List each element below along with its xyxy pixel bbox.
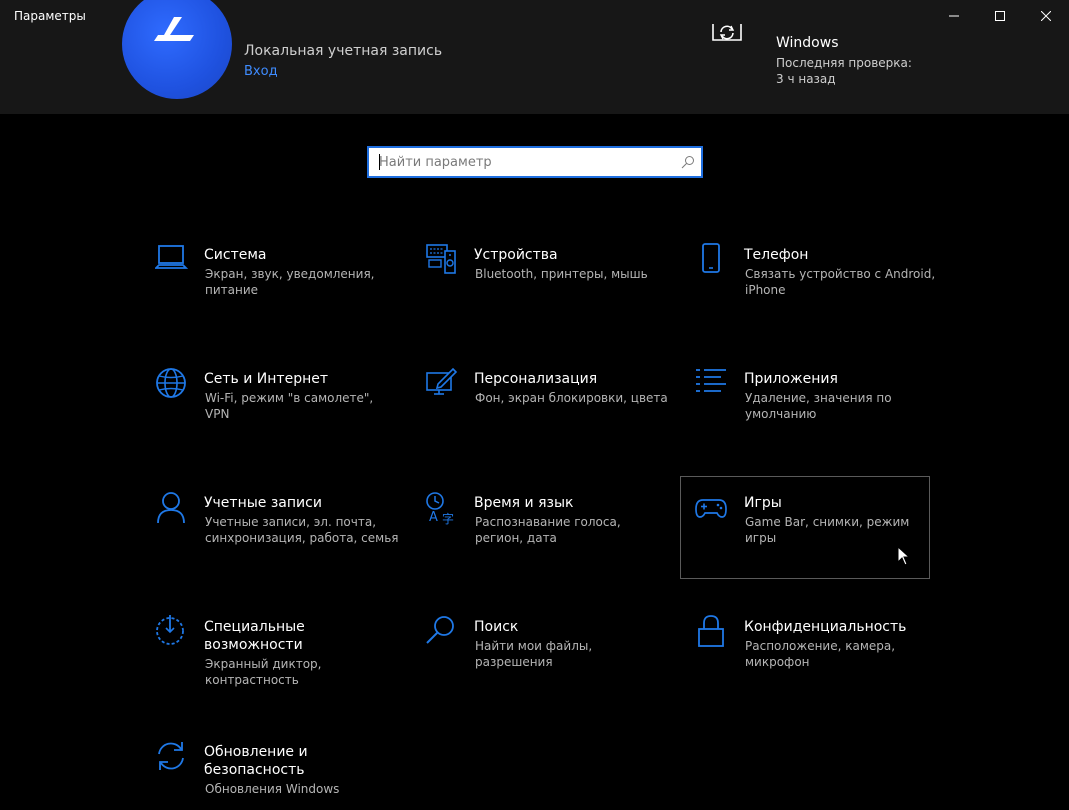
window-title: Параметры — [14, 9, 86, 23]
user-logo-icon — [154, 17, 194, 41]
lock-icon — [695, 615, 729, 649]
tile-title: Устройства — [474, 247, 558, 263]
tile-privacy[interactable]: Конфиденциальность Расположение, камера,… — [694, 614, 944, 716]
gamepad-icon — [695, 491, 729, 525]
tile-title: Специальные возможности — [204, 619, 305, 653]
tile-description: Обновления Windows — [205, 782, 340, 796]
svg-text:A: A — [429, 510, 438, 525]
laptop-icon — [155, 243, 189, 277]
tile-description: Учетные записи, эл. почта, синхронизация… — [205, 515, 399, 545]
tile-gaming[interactable]: Игры Game Bar, снимки, режим игры — [680, 476, 930, 579]
tile-apps[interactable]: Приложения Удаление, значения по умолчан… — [694, 366, 944, 468]
globe-icon — [155, 367, 189, 401]
settings-window: Параметры Локальная учетная запись Вход — [0, 0, 1069, 810]
tile-network[interactable]: Сеть и Интернет Wi-Fi, режим "в самолете… — [154, 366, 404, 468]
close-icon — [1041, 11, 1051, 21]
last-check-time: 3 ч назад — [776, 72, 836, 86]
tile-accounts[interactable]: Учетные записи Учетные записи, эл. почта… — [154, 490, 404, 592]
tile-title: Игры — [744, 495, 782, 511]
last-check-label: Последняя проверка: — [776, 56, 912, 70]
tile-title: Персонализация — [474, 371, 598, 387]
svg-text:字: 字 — [442, 511, 454, 525]
tile-devices[interactable]: Устройства Bluetooth, принтеры, мышь — [424, 242, 674, 344]
tile-title: Система — [204, 247, 267, 263]
header-band: Параметры Локальная учетная запись Вход — [0, 0, 1069, 114]
windows-update-status-icon[interactable] — [711, 24, 743, 58]
tile-time-language[interactable]: A 字 Время и язык Распознавание голоса, р… — [424, 490, 674, 592]
minimize-icon — [949, 15, 959, 17]
tile-update-security[interactable]: Обновление и безопасность Обновления Win… — [154, 739, 404, 810]
tile-description: Bluetooth, принтеры, мышь — [475, 267, 648, 281]
tile-ease-of-access[interactable]: Специальные возможности Экранный диктор,… — [154, 614, 404, 716]
tile-description: Связать устройство с Android, iPhone — [745, 267, 936, 297]
tile-description: Найти мои файлы, разрешения — [475, 639, 593, 669]
apps-list-icon — [695, 367, 729, 401]
update-sync-icon — [155, 740, 189, 774]
tile-description: Распознавание голоса, регион, дата — [475, 515, 621, 545]
tile-description: Экранный диктор, контрастность — [205, 657, 322, 687]
tile-system[interactable]: Система Экран, звук, уведомления, питани… — [154, 242, 404, 344]
tile-title: Сеть и Интернет — [204, 371, 328, 387]
tile-description: Расположение, камера, микрофон — [745, 639, 896, 669]
search-magnifier-icon — [425, 615, 459, 649]
phone-icon — [695, 243, 729, 277]
close-button[interactable] — [1023, 0, 1069, 32]
tile-search[interactable]: Поиск Найти мои файлы, разрешения — [424, 614, 674, 716]
minimize-button[interactable] — [931, 0, 977, 32]
mouse-cursor-icon — [897, 546, 911, 566]
search-icon[interactable] — [681, 155, 695, 169]
text-caret — [379, 154, 380, 170]
tile-title: Время и язык — [474, 495, 574, 511]
personalization-icon — [425, 367, 459, 401]
tile-description: Wi-Fi, режим "в самолете", VPN — [205, 391, 374, 421]
tile-phone[interactable]: Телефон Связать устройство с Android, iP… — [694, 242, 944, 344]
tile-title: Приложения — [744, 371, 838, 387]
windows-update-title[interactable]: Windows — [776, 35, 839, 51]
time-language-icon: A 字 — [425, 491, 459, 525]
avatar[interactable] — [122, 0, 232, 99]
tile-description: Экран, звук, уведомления, питание — [205, 267, 375, 297]
ease-of-access-icon — [155, 615, 189, 649]
tile-title: Поиск — [474, 619, 519, 635]
tile-description: Game Bar, снимки, режим игры — [745, 515, 910, 545]
search-box[interactable] — [367, 146, 703, 178]
window-controls — [931, 0, 1069, 32]
tile-personalization[interactable]: Персонализация Фон, экран блокировки, цв… — [424, 366, 674, 468]
account-name: Локальная учетная запись — [244, 43, 443, 59]
user-icon — [155, 491, 189, 525]
maximize-icon — [995, 11, 1005, 21]
devices-icon — [425, 243, 459, 277]
search-input[interactable] — [369, 148, 669, 176]
tile-title: Обновление и безопасность — [204, 744, 308, 778]
tile-title: Телефон — [744, 247, 809, 263]
tile-title: Конфиденциальность — [744, 619, 907, 635]
maximize-button[interactable] — [977, 0, 1023, 32]
tile-description: Удаление, значения по умолчанию — [745, 391, 892, 421]
tile-description: Фон, экран блокировки, цвета — [475, 391, 668, 405]
tile-title: Учетные записи — [204, 495, 322, 511]
signin-link[interactable]: Вход — [244, 64, 278, 79]
